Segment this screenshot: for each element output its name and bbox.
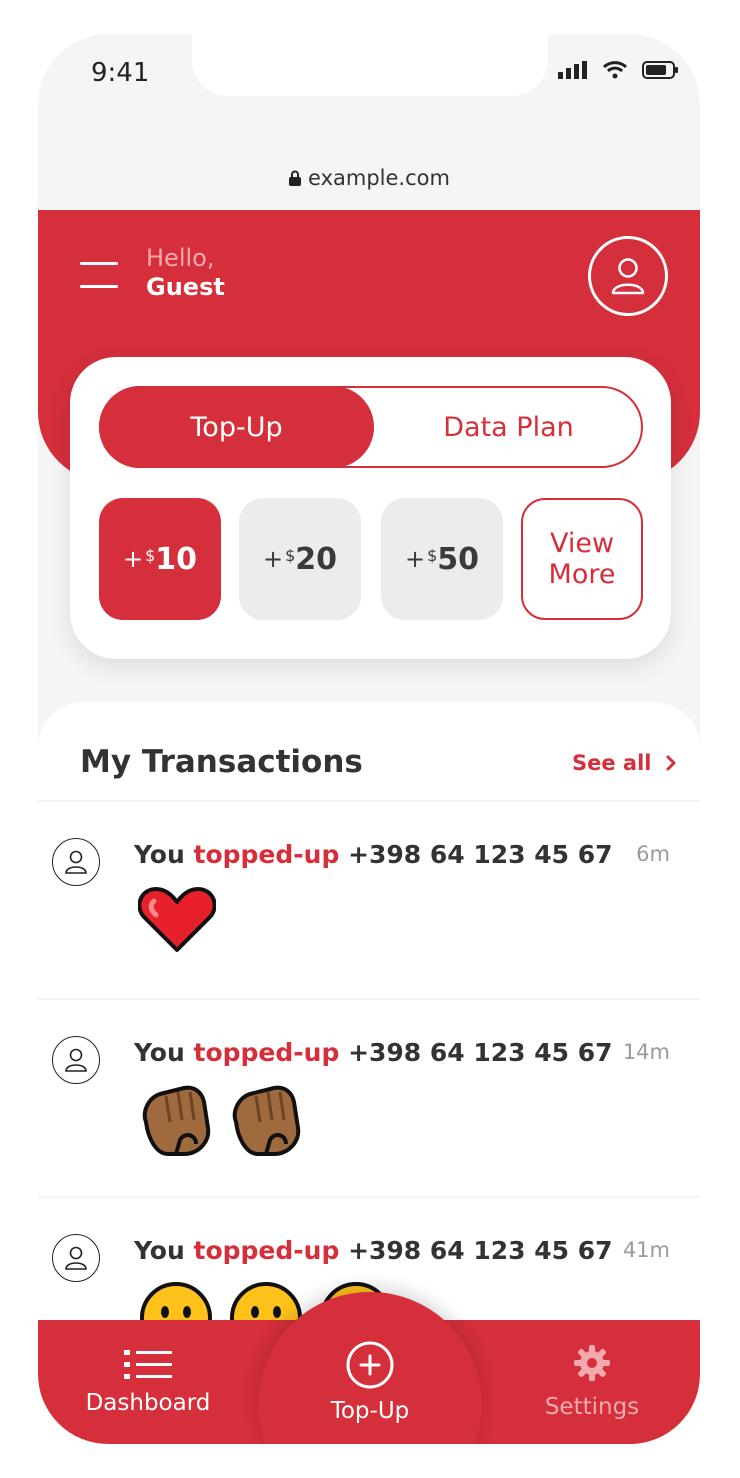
contact-avatar-icon: [52, 1234, 100, 1282]
amount-10-button[interactable]: + $10: [99, 498, 221, 620]
nav-settings[interactable]: Settings: [502, 1320, 682, 1444]
chevron-right-icon: [666, 755, 676, 771]
nav-dashboard[interactable]: Dashboard: [58, 1320, 238, 1444]
see-all-link[interactable]: See all: [572, 751, 677, 775]
nav-top-up[interactable]: Top-Up: [278, 1320, 462, 1444]
amount-currency: $: [427, 545, 438, 565]
greeting: Hello, Guest: [146, 244, 225, 302]
signal-icon: [558, 61, 587, 79]
nav-dashboard-label: Dashboard: [85, 1390, 211, 1416]
amount-currency: $: [285, 545, 296, 565]
greeting-username: Guest: [146, 273, 225, 301]
mode-toggle: Top-Up Data Plan: [99, 386, 643, 468]
transaction-verb: topped-up: [193, 1236, 340, 1265]
status-bar: 9:41: [38, 34, 700, 144]
amount-plus: +: [404, 545, 426, 573]
profile-avatar-button[interactable]: [588, 236, 668, 316]
contact-avatar-icon: [52, 838, 100, 886]
user-icon: [611, 258, 645, 295]
transaction-subject: You: [134, 1038, 185, 1067]
nav-top-up-label: Top-Up: [330, 1398, 410, 1424]
transaction-description: You topped-up +398 64 123 45 67: [134, 1038, 613, 1067]
amount-plus: +: [122, 545, 144, 573]
tab-top-up[interactable]: Top-Up: [99, 386, 374, 468]
transaction-description: You topped-up +398 64 123 45 67: [134, 1236, 613, 1265]
transaction-subject: You: [134, 1236, 185, 1265]
lock-icon: [289, 170, 302, 186]
gear-icon: [574, 1345, 610, 1381]
wifi-icon: [602, 61, 628, 79]
view-more-line2: More: [548, 559, 616, 590]
transaction-number: +398 64 123 45 67: [348, 1236, 613, 1265]
amount-20-button[interactable]: + $20: [239, 498, 361, 620]
transaction-time: 41m: [622, 1238, 670, 1262]
amount-50-button[interactable]: + $50: [381, 498, 503, 620]
clapping-hands-icon: [232, 1085, 301, 1156]
transaction-verb: topped-up: [193, 840, 340, 869]
amount-value: 50: [437, 541, 480, 577]
transaction-number: +398 64 123 45 67: [348, 840, 613, 869]
see-all-label: See all: [572, 751, 652, 775]
transaction-subject: You: [134, 840, 185, 869]
tab-data-plan[interactable]: Data Plan: [374, 388, 643, 466]
list-icon: [124, 1350, 172, 1379]
transaction-row[interactable]: You topped-up +398 64 123 45 67 6m: [38, 800, 700, 1000]
view-more-line1: View: [549, 528, 615, 559]
clapping-hands-icon: [142, 1085, 211, 1156]
amount-value: 20: [295, 541, 338, 577]
transaction-time: 14m: [622, 1040, 670, 1064]
device-notch: [192, 34, 548, 96]
transaction-number: +398 64 123 45 67: [348, 1038, 613, 1067]
contact-avatar-icon: [52, 1036, 100, 1084]
amount-plus: +: [262, 545, 284, 573]
battery-icon: [642, 61, 678, 79]
amount-value: 10: [155, 541, 198, 577]
url-text: example.com: [308, 166, 450, 190]
plus-circle-icon: [346, 1341, 394, 1389]
transaction-time: 6m: [636, 842, 670, 866]
hamburger-menu-icon[interactable]: [80, 262, 118, 308]
nav-settings-label: Settings: [544, 1394, 640, 1420]
phone-screen: 9:41 example.com Hello, Guest Top-Up Dat…: [38, 34, 700, 1444]
greeting-hello: Hello,: [146, 244, 215, 272]
status-time: 9:41: [91, 58, 150, 88]
red-heart-icon: [138, 887, 216, 952]
transactions-title: My Transactions: [80, 744, 363, 780]
browser-url-bar[interactable]: example.com: [38, 166, 700, 190]
amount-currency: $: [145, 545, 156, 565]
transaction-row[interactable]: You topped-up +398 64 123 45 67 14m: [38, 998, 700, 1198]
transaction-description: You topped-up +398 64 123 45 67: [134, 840, 613, 869]
transaction-verb: topped-up: [193, 1038, 340, 1067]
view-more-button[interactable]: View More: [521, 498, 643, 620]
transaction-reactions: [138, 1082, 304, 1160]
transaction-reactions: [138, 884, 216, 954]
topup-card: Top-Up Data Plan + $10 + $20 + $50 View Mor…: [70, 357, 671, 659]
status-icons: [558, 60, 680, 80]
